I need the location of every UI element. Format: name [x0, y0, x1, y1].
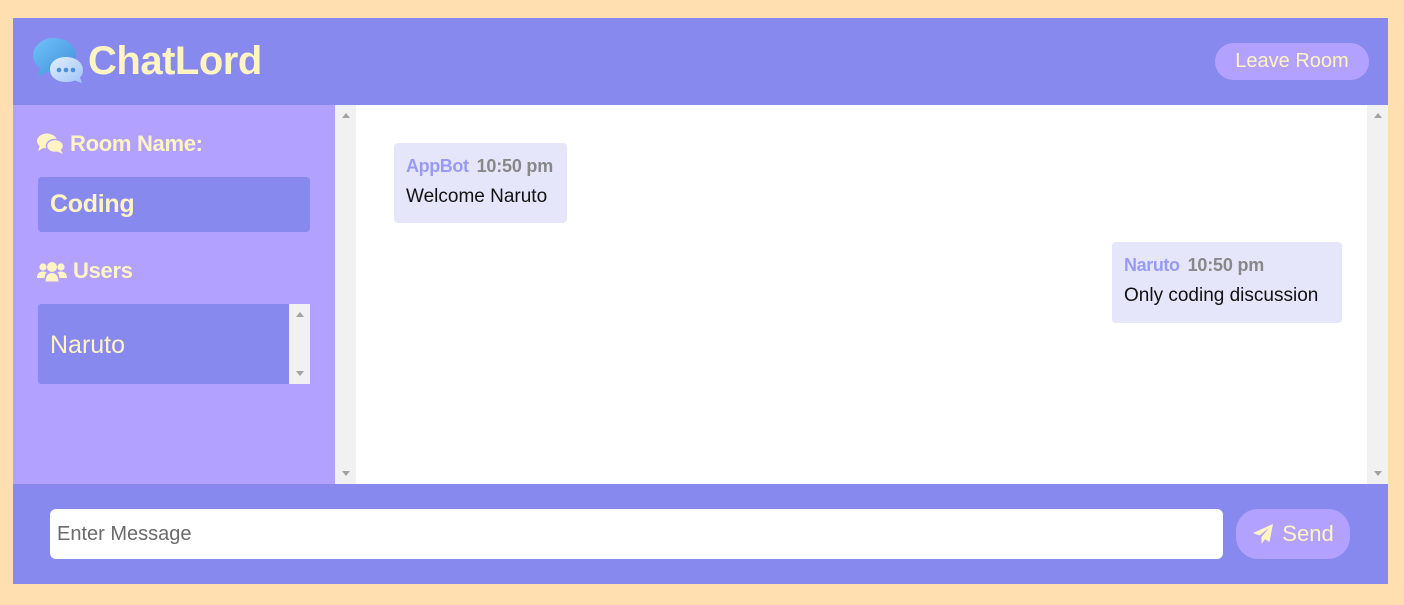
sidebar: Room Name: Coding Users Naruto [13, 105, 335, 484]
chat-messages: AppBot 10:50 pm Welcome Naruto Naruto 10… [356, 105, 1367, 484]
left-scrollbar[interactable] [335, 105, 356, 484]
message: AppBot 10:50 pm Welcome Naruto [394, 143, 567, 223]
send-button[interactable]: Send [1236, 509, 1350, 559]
user-item: Naruto [50, 331, 126, 359]
users-heading: Users [37, 258, 133, 284]
message-time: 10:50 pm [476, 156, 554, 176]
messages-scrollbar[interactable] [1367, 105, 1388, 484]
message-text: Only coding discussion [1124, 285, 1319, 306]
app-title: ChatLord [88, 39, 262, 83]
room-name-heading: Room Name: [37, 131, 203, 157]
message-username: Naruto [1124, 255, 1180, 275]
room-name-box: Coding [38, 177, 310, 232]
comments-icon [37, 133, 64, 154]
users-heading-label: Users [73, 258, 133, 283]
message-input[interactable] [50, 509, 1223, 559]
scroll-down-arrow-icon[interactable] [1373, 471, 1382, 476]
users-list: Naruto [38, 304, 310, 384]
message-time: 10:50 pm [1187, 255, 1265, 275]
room-name-value: Coding [50, 190, 135, 218]
room-name-heading-label: Room Name: [70, 131, 203, 156]
scroll-up-arrow-icon[interactable] [1373, 113, 1382, 118]
message-text: Welcome Naruto [406, 186, 548, 207]
message-composer: Send [13, 484, 1388, 584]
send-button-label: Send [1282, 521, 1334, 546]
scroll-up-arrow-icon[interactable] [341, 113, 350, 118]
scroll-up-arrow-icon[interactable] [295, 312, 304, 317]
paper-plane-icon [1253, 524, 1274, 544]
chat-app: ChatLord Leave Room Room Name: Coding Us… [13, 18, 1388, 584]
message: Naruto 10:50 pm Only coding discussion [1112, 242, 1342, 323]
message-meta: AppBot 10:50 pm [406, 155, 555, 177]
header: ChatLord Leave Room [13, 18, 1388, 105]
users-scrollbar[interactable] [289, 304, 310, 384]
message-username: AppBot [406, 156, 469, 176]
leave-room-button[interactable]: Leave Room [1215, 43, 1369, 80]
scroll-down-arrow-icon[interactable] [341, 471, 350, 476]
scroll-down-arrow-icon[interactable] [295, 371, 304, 376]
users-icon [37, 261, 67, 281]
chat-bubbles-icon [33, 38, 83, 83]
message-meta: Naruto 10:50 pm [1124, 254, 1330, 276]
